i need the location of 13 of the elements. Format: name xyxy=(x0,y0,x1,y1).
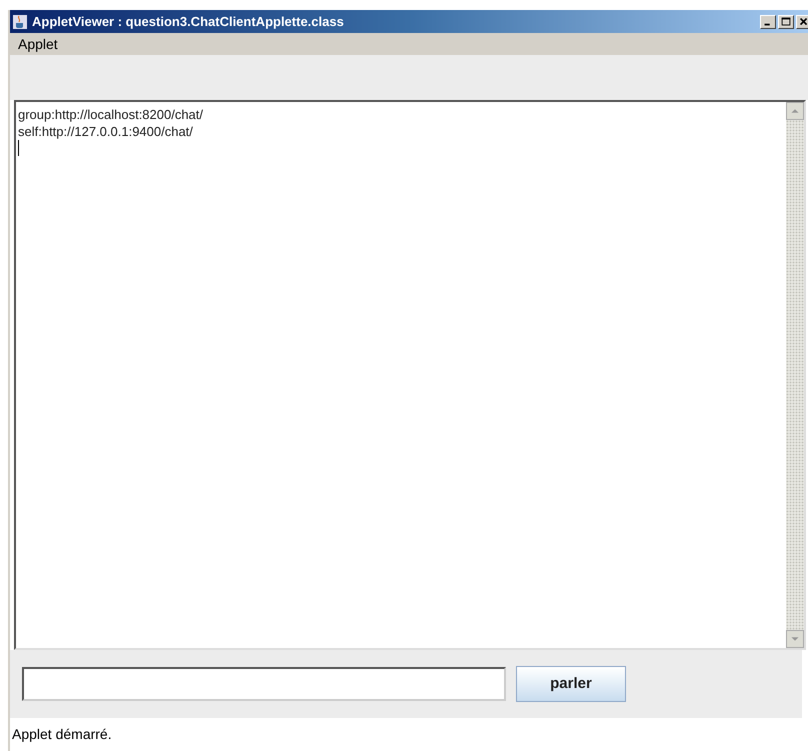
chat-line: self:http://127.0.0.1:9400/chat/ xyxy=(18,123,194,140)
send-button[interactable]: parler xyxy=(516,666,626,702)
message-input[interactable] xyxy=(22,667,506,701)
minimize-button[interactable] xyxy=(760,14,776,28)
chat-line: group:http://localhost:8200/chat/ xyxy=(18,106,204,123)
chat-log-area[interactable]: group:http://localhost:8200/chat/ self:http://127.0.0.1:9400/chat/ xyxy=(14,100,806,650)
window-title: AppletViewer : question3.ChatClientApplette.class xyxy=(32,12,344,31)
java-cup-icon xyxy=(12,14,28,30)
maximize-button[interactable] xyxy=(778,14,794,28)
close-button[interactable] xyxy=(796,14,808,28)
menu-item[interactable]: Applet xyxy=(14,34,62,54)
status-text: Applet démarré. xyxy=(11,725,113,744)
text-cursor xyxy=(18,140,19,156)
